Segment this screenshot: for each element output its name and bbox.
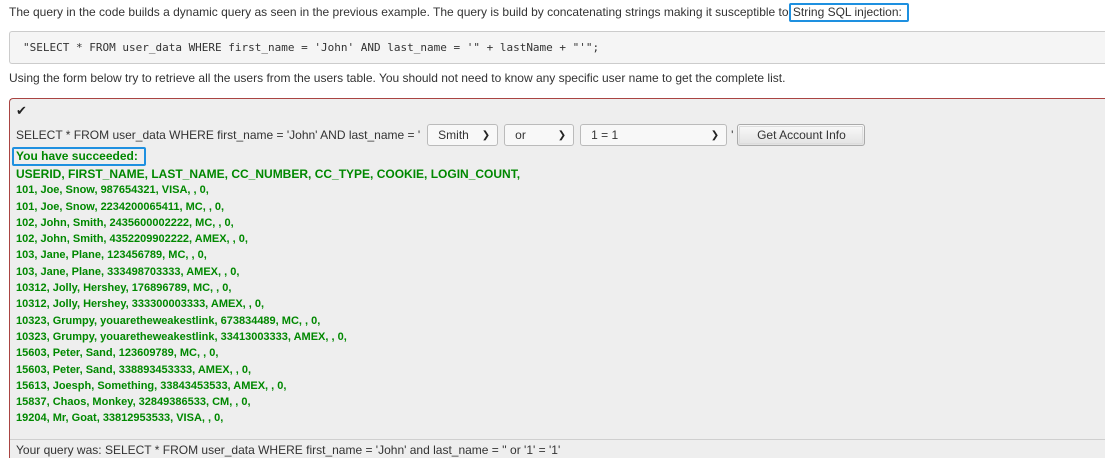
result-row: 10323, Grumpy, youaretheweakestlink, 673… bbox=[16, 314, 321, 327]
result-row: 15837, Chaos, Monkey, 32849386533, CM, ,… bbox=[16, 396, 251, 409]
result-row: 101, Joe, Snow, 987654321, VISA, , 0, bbox=[16, 184, 209, 197]
last-name-select-value: Smith bbox=[438, 128, 469, 142]
chevron-down-icon: ❯ bbox=[710, 129, 720, 141]
result-row: 101, Joe, Snow, 2234200065411, MC, , 0, bbox=[16, 200, 225, 213]
condition-select-value: 1 = 1 bbox=[591, 128, 619, 142]
intro-body: The query in the code builds a dynamic q… bbox=[9, 5, 792, 19]
code-snippet: "SELECT * FROM user_data WHERE first_nam… bbox=[9, 31, 1105, 64]
divider bbox=[10, 439, 1105, 440]
condition-select[interactable]: 1 = 1 ❯ bbox=[580, 124, 728, 146]
result-row: 102, John, Smith, 2435600002222, MC, , 0… bbox=[16, 216, 234, 229]
closing-quote: ' bbox=[731, 128, 734, 142]
result-row: 15603, Peter, Sand, 338893453333, AMEX, … bbox=[16, 363, 252, 376]
operator-select[interactable]: or ❯ bbox=[504, 124, 575, 146]
result-row: 103, Jane, Plane, 333498703333, AMEX, , … bbox=[16, 265, 240, 278]
attack-panel: ✔ SELECT * FROM user_data WHERE first_na… bbox=[9, 98, 1105, 458]
get-account-info-button[interactable]: Get Account Info bbox=[737, 124, 866, 146]
result-row: 102, John, Smith, 4352209902222, AMEX, ,… bbox=[16, 233, 248, 246]
result-row: 15603, Peter, Sand, 123609789, MC, , 0, bbox=[16, 347, 219, 360]
check-icon: ✔ bbox=[16, 103, 27, 118]
last-name-select[interactable]: Smith ❯ bbox=[427, 124, 499, 146]
intro-text: The query in the code builds a dynamic q… bbox=[9, 3, 909, 22]
result-row: 15613, Joesph, Something, 33843453533, A… bbox=[16, 379, 287, 392]
result-row: 103, Jane, Plane, 123456789, MC, , 0, bbox=[16, 249, 207, 262]
success-message: You have succeeded: bbox=[12, 147, 146, 166]
chevron-down-icon: ❯ bbox=[557, 129, 567, 141]
results-list: USERID, FIRST_NAME, LAST_NAME, CC_NUMBER… bbox=[16, 166, 520, 427]
operator-select-value: or bbox=[515, 128, 526, 142]
result-row: 19204, Mr, Goat, 33812953533, VISA, , 0, bbox=[16, 412, 224, 425]
result-row: 10323, Grumpy, youaretheweakestlink, 334… bbox=[16, 330, 347, 343]
results-header: USERID, FIRST_NAME, LAST_NAME, CC_NUMBER… bbox=[16, 167, 521, 181]
highlighted-term: String SQL injection: bbox=[788, 3, 909, 22]
query-prefix: SELECT * FROM user_data WHERE first_name… bbox=[16, 128, 421, 142]
result-row: 10312, Jolly, Hershey, 333300003333, AME… bbox=[16, 298, 265, 311]
instructions-text: Using the form below try to retrieve all… bbox=[9, 71, 786, 85]
executed-query-text: Your query was: SELECT * FROM user_data … bbox=[16, 443, 561, 457]
query-form: SELECT * FROM user_data WHERE first_name… bbox=[16, 123, 866, 147]
result-row: 10312, Jolly, Hershey, 176896789, MC, , … bbox=[16, 282, 232, 295]
chevron-down-icon: ❯ bbox=[481, 129, 491, 141]
